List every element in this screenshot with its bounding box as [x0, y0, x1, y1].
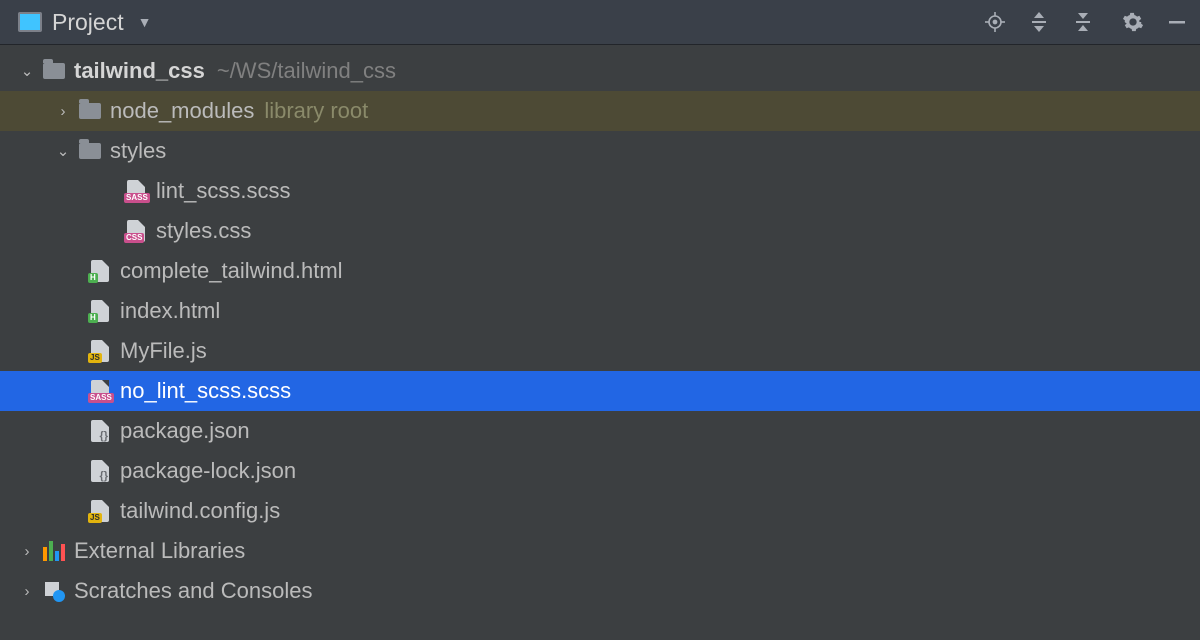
chevron-down-icon[interactable]: ⌄ — [50, 142, 76, 160]
tree-folder-node-modules[interactable]: › node_modules library root — [0, 91, 1200, 131]
tree-label: index.html — [120, 298, 220, 324]
panel-toolbar — [984, 11, 1188, 33]
scratches-icon — [40, 579, 68, 603]
tree-external-libraries[interactable]: › External Libraries — [0, 531, 1200, 571]
gear-icon[interactable] — [1122, 11, 1144, 33]
tree-label: complete_tailwind.html — [120, 258, 343, 284]
chevron-right-icon[interactable]: › — [50, 103, 76, 120]
tree-file[interactable]: {} package.json — [0, 411, 1200, 451]
expand-all-icon[interactable] — [1028, 11, 1050, 33]
json-file-icon: {} — [86, 459, 114, 483]
sass-file-icon: SASS — [122, 179, 150, 203]
locate-icon[interactable] — [984, 11, 1006, 33]
chevron-right-icon[interactable]: › — [14, 543, 40, 560]
tree-label: node_modules — [110, 98, 254, 124]
tree-file[interactable]: CSS styles.css — [0, 211, 1200, 251]
folder-icon — [40, 59, 68, 83]
json-file-icon: {} — [86, 419, 114, 443]
tree-label: MyFile.js — [120, 338, 207, 364]
tree-label: package-lock.json — [120, 458, 296, 484]
tree-label: tailwind.config.js — [120, 498, 280, 524]
tree-hint: library root — [264, 98, 368, 124]
html-file-icon: H — [86, 259, 114, 283]
sass-file-icon: SASS — [86, 379, 114, 403]
tree-label: no_lint_scss.scss — [120, 378, 291, 404]
tree-label: External Libraries — [74, 538, 245, 564]
tree-root[interactable]: ⌄ tailwind_css ~/WS/tailwind_css — [0, 51, 1200, 91]
chevron-right-icon[interactable]: › — [14, 583, 40, 600]
tree-path: ~/WS/tailwind_css — [217, 58, 396, 84]
folder-icon — [76, 99, 104, 123]
project-tree[interactable]: ⌄ tailwind_css ~/WS/tailwind_css › node_… — [0, 45, 1200, 611]
tree-label: styles — [110, 138, 166, 164]
tree-label: tailwind_css — [74, 58, 205, 84]
collapse-all-icon[interactable] — [1072, 11, 1094, 33]
tree-file[interactable]: H index.html — [0, 291, 1200, 331]
tree-file[interactable]: SASS lint_scss.scss — [0, 171, 1200, 211]
tree-label: Scratches and Consoles — [74, 578, 312, 604]
tree-file[interactable]: JS MyFile.js — [0, 331, 1200, 371]
panel-title: Project — [52, 9, 124, 36]
tree-file[interactable]: JS tailwind.config.js — [0, 491, 1200, 531]
tree-file-selected[interactable]: SASS no_lint_scss.scss — [0, 371, 1200, 411]
panel-header: Project ▼ — [0, 0, 1200, 45]
tree-scratches[interactable]: › Scratches and Consoles — [0, 571, 1200, 611]
tree-folder-styles[interactable]: ⌄ styles — [0, 131, 1200, 171]
libraries-icon — [40, 539, 68, 563]
js-file-icon: JS — [86, 339, 114, 363]
tree-file[interactable]: H complete_tailwind.html — [0, 251, 1200, 291]
folder-icon — [76, 139, 104, 163]
minimize-icon[interactable] — [1166, 11, 1188, 33]
css-file-icon: CSS — [122, 219, 150, 243]
panel-title-group[interactable]: Project ▼ — [18, 9, 151, 36]
tree-file[interactable]: {} package-lock.json — [0, 451, 1200, 491]
chevron-down-icon[interactable]: ▼ — [138, 14, 152, 30]
tree-label: styles.css — [156, 218, 251, 244]
chevron-down-icon[interactable]: ⌄ — [14, 62, 40, 80]
tree-label: lint_scss.scss — [156, 178, 290, 204]
js-file-icon: JS — [86, 499, 114, 523]
html-file-icon: H — [86, 299, 114, 323]
tree-label: package.json — [120, 418, 250, 444]
project-icon — [18, 12, 42, 32]
